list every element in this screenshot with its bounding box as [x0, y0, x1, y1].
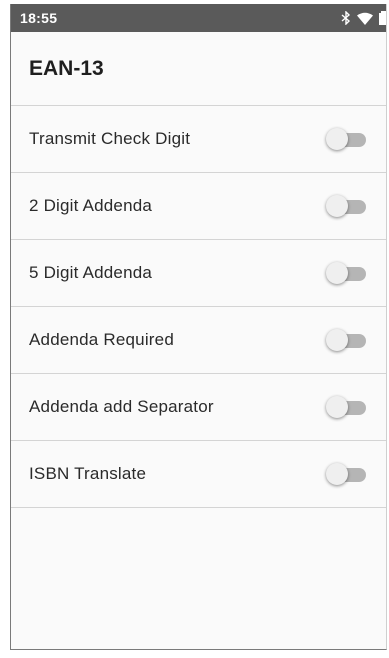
setting-row-addenda-add-separator[interactable]: Addenda add Separator [11, 374, 386, 441]
switch-thumb [326, 463, 348, 485]
setting-label: 2 Digit Addenda [29, 196, 153, 215]
setting-label: 5 Digit Addenda [29, 263, 153, 282]
2-digit-addenda-switch[interactable] [326, 194, 368, 218]
page-title: EAN-13 [29, 56, 104, 80]
switch-thumb [326, 195, 348, 217]
setting-label: Transmit Check Digit [29, 129, 191, 148]
setting-row-transmit-check-digit[interactable]: Transmit Check Digit [11, 106, 386, 173]
setting-row-5-digit-addenda[interactable]: 5 Digit Addenda [11, 240, 386, 307]
switch-thumb [326, 396, 348, 418]
switch-thumb [326, 128, 348, 150]
addenda-add-separator-switch[interactable] [326, 395, 368, 419]
isbn-translate-switch[interactable] [326, 462, 368, 486]
addenda-required-switch[interactable] [326, 328, 368, 352]
switch-thumb [326, 329, 348, 351]
status-time: 18:55 [20, 10, 58, 26]
switch-thumb [326, 262, 348, 284]
setting-label: Addenda Required [29, 330, 174, 349]
device-screen: 18:55 EAN-13 Transmit Check Digit 2 Digi… [10, 4, 387, 650]
battery-icon [379, 11, 386, 25]
status-icons [341, 11, 386, 25]
setting-label: Addenda add Separator [29, 397, 214, 416]
wifi-icon [357, 12, 373, 25]
setting-row-addenda-required[interactable]: Addenda Required [11, 307, 386, 374]
status-bar: 18:55 [11, 4, 386, 32]
setting-row-2-digit-addenda[interactable]: 2 Digit Addenda [11, 173, 386, 240]
settings-list: Transmit Check Digit 2 Digit Addenda 5 D… [11, 106, 386, 508]
5-digit-addenda-switch[interactable] [326, 261, 368, 285]
bluetooth-icon [341, 11, 351, 25]
setting-row-isbn-translate[interactable]: ISBN Translate [11, 441, 386, 508]
app-bar: EAN-13 [11, 32, 386, 106]
setting-label: ISBN Translate [29, 464, 147, 483]
transmit-check-digit-switch[interactable] [326, 127, 368, 151]
